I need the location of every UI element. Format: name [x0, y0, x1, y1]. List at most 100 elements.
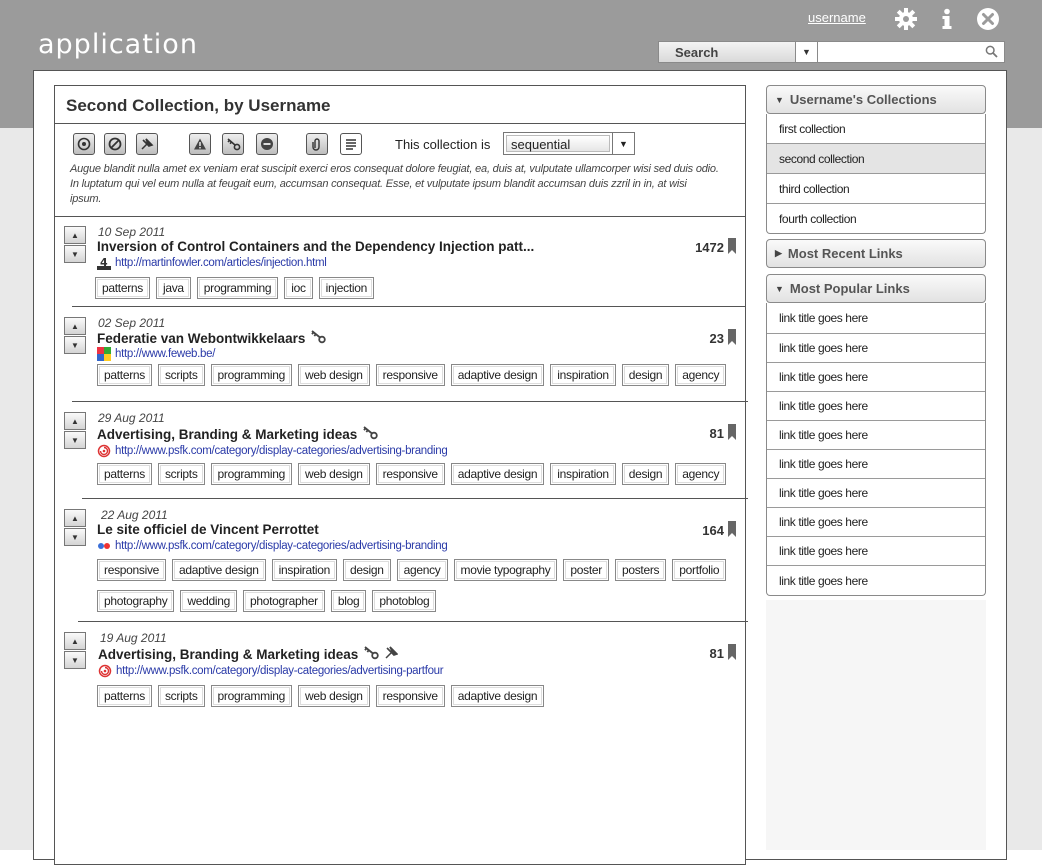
warning-icon[interactable] — [189, 133, 211, 155]
vote-up-button[interactable]: ▲ — [64, 632, 86, 650]
tag[interactable]: ioc — [284, 277, 313, 299]
tag[interactable]: adaptive design — [450, 463, 545, 485]
tag[interactable]: agency — [675, 463, 727, 485]
tag[interactable]: programming — [210, 364, 292, 386]
link-url[interactable]: http://www.feweb.be/ — [115, 348, 215, 360]
tag[interactable]: poster — [563, 559, 609, 581]
link-title-text[interactable]: Advertising, Branding & Marketing ideas — [97, 427, 357, 442]
tag[interactable]: movie typography — [453, 559, 558, 581]
attach-icon[interactable] — [306, 133, 328, 155]
tag[interactable]: patterns — [97, 364, 152, 386]
search-icon[interactable] — [985, 45, 998, 63]
link-title[interactable]: Le site officiel de Vincent Perrottet — [97, 522, 319, 537]
tag[interactable]: design — [621, 463, 670, 485]
vote-up-button[interactable]: ▲ — [64, 317, 86, 335]
block-icon[interactable] — [104, 133, 126, 155]
tag[interactable]: programming — [196, 277, 279, 299]
collections-header[interactable]: ▼ Username's Collections — [766, 85, 986, 114]
vote-up-button[interactable]: ▲ — [64, 226, 86, 244]
link-title-text[interactable]: Le site officiel de Vincent Perrottet — [97, 522, 319, 537]
tag[interactable]: inspiration — [271, 559, 338, 581]
pin-icon[interactable] — [136, 133, 158, 155]
search-scope-select[interactable]: Search ▼ — [658, 41, 818, 63]
tag[interactable]: blog — [330, 590, 367, 612]
sidebar-item-fourth-collection[interactable]: fourth collection — [767, 203, 985, 233]
link-title[interactable]: Advertising, Branding & Marketing ideas — [98, 646, 399, 663]
search-input[interactable] — [818, 42, 978, 62]
popular-links-header[interactable]: ▼ Most Popular Links — [766, 274, 986, 303]
link-title[interactable]: Federatie van Webontwikkelaars — [97, 330, 327, 347]
key-icon[interactable] — [222, 133, 244, 155]
tag[interactable]: design — [343, 559, 391, 581]
link-title[interactable]: Advertising, Branding & Marketing ideas — [97, 426, 379, 443]
close-icon[interactable] — [976, 7, 1000, 31]
tag[interactable]: responsive — [97, 559, 167, 581]
notes-icon[interactable] — [340, 133, 362, 155]
tag[interactable]: adaptive design — [450, 685, 545, 707]
tag[interactable]: programming — [210, 463, 292, 485]
tag[interactable]: responsive — [375, 364, 445, 386]
link-url[interactable]: http://www.psfk.com/category/display-cat… — [115, 445, 448, 457]
link-title-text[interactable]: Federatie van Webontwikkelaars — [97, 331, 305, 346]
popular-link[interactable]: link title goes here — [767, 565, 985, 595]
link-url[interactable]: http://www.psfk.com/category/display-cat… — [116, 665, 444, 677]
chevron-down-icon[interactable]: ▼ — [612, 133, 634, 154]
vote-down-button[interactable]: ▼ — [64, 528, 86, 546]
sidebar-item-second-collection[interactable]: second collection — [767, 143, 985, 173]
recent-links-header[interactable]: ▶ Most Recent Links — [766, 239, 986, 268]
bookmark-icon[interactable] — [728, 424, 736, 443]
tag[interactable]: posters — [614, 559, 667, 581]
tag[interactable]: injection — [318, 277, 374, 299]
tag[interactable]: web design — [297, 364, 370, 386]
vote-up-button[interactable]: ▲ — [64, 509, 86, 527]
link-title-text[interactable]: Advertising, Branding & Marketing ideas — [98, 647, 358, 662]
tag[interactable]: portfolio — [672, 559, 727, 581]
info-icon[interactable] — [935, 7, 959, 31]
tag[interactable]: agency — [396, 559, 448, 581]
bookmark-icon[interactable] — [728, 521, 736, 540]
tag[interactable]: scripts — [157, 685, 205, 707]
tag[interactable]: wedding — [180, 590, 238, 612]
vote-down-button[interactable]: ▼ — [64, 431, 86, 449]
tag[interactable]: photographer — [243, 590, 325, 612]
sidebar-item-first-collection[interactable]: first collection — [767, 114, 985, 143]
tag[interactable]: photography — [97, 590, 175, 612]
popular-link[interactable]: link title goes here — [767, 478, 985, 507]
tag[interactable]: java — [155, 277, 191, 299]
bookmark-icon[interactable] — [728, 329, 736, 348]
popular-link[interactable]: link title goes here — [767, 449, 985, 478]
tag[interactable]: agency — [675, 364, 727, 386]
vote-down-button[interactable]: ▼ — [64, 245, 86, 263]
tag[interactable]: programming — [210, 685, 292, 707]
link-title-text[interactable]: Inversion of Control Containers and the … — [97, 239, 534, 254]
tag[interactable]: adaptive design — [172, 559, 266, 581]
popular-link[interactable]: link title goes here — [767, 536, 985, 565]
username-link[interactable]: username — [808, 10, 866, 25]
popular-link[interactable]: link title goes here — [767, 507, 985, 536]
tag[interactable]: patterns — [97, 685, 152, 707]
tag[interactable]: scripts — [157, 463, 205, 485]
chevron-down-icon[interactable]: ▼ — [795, 42, 817, 62]
tag[interactable]: photoblog — [372, 590, 437, 612]
tag[interactable]: inspiration — [550, 463, 616, 485]
tag[interactable]: patterns — [97, 463, 152, 485]
popular-link[interactable]: link title goes here — [767, 333, 985, 362]
vote-up-button[interactable]: ▲ — [64, 412, 86, 430]
minus-icon[interactable] — [256, 133, 278, 155]
tag[interactable]: scripts — [157, 364, 205, 386]
bookmark-icon[interactable] — [728, 238, 736, 257]
tag[interactable]: web design — [297, 685, 370, 707]
bookmark-icon[interactable] — [728, 644, 736, 663]
tag[interactable]: responsive — [375, 463, 445, 485]
tag[interactable]: patterns — [95, 277, 150, 299]
tag[interactable]: adaptive design — [450, 364, 545, 386]
tag[interactable]: design — [621, 364, 670, 386]
popular-link[interactable]: link title goes here — [767, 420, 985, 449]
gear-icon[interactable] — [894, 7, 918, 31]
popular-link[interactable]: link title goes here — [767, 391, 985, 420]
tag[interactable]: web design — [297, 463, 370, 485]
link-url[interactable]: http://www.psfk.com/category/display-cat… — [115, 540, 448, 552]
popular-link[interactable]: link title goes here — [767, 303, 985, 333]
link-title[interactable]: Inversion of Control Containers and the … — [97, 239, 534, 254]
view-icon[interactable] — [73, 133, 95, 155]
